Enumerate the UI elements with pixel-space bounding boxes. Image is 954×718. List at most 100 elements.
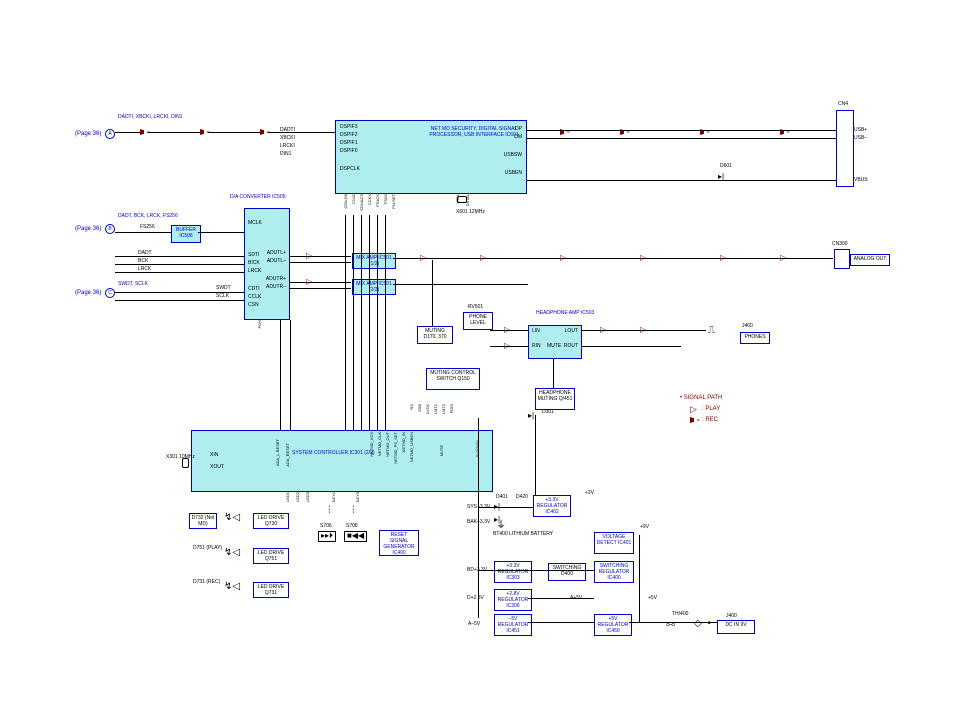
wire xyxy=(377,215,378,430)
dsp-pin: DSPIF0 xyxy=(340,149,358,155)
d301-label: D301 xyxy=(542,410,554,416)
cn4-pin: VBUS xyxy=(854,178,868,184)
muting-d370-title: MUTING D170, 370 xyxy=(423,328,446,340)
d601-label: D601 xyxy=(720,164,732,170)
headphone-muting-block: HEADPHONE MUTING Q/451 xyxy=(535,388,575,410)
wire xyxy=(581,330,706,331)
dsp-bpin: PLLSET xyxy=(392,194,396,209)
wire xyxy=(478,418,479,618)
d732-title: D732 (Net MD) xyxy=(192,515,215,527)
am5-label: A–5V xyxy=(468,622,480,628)
din1-label: DIN1 xyxy=(280,152,291,158)
regp5-title: +5V REGULATOR IC450 xyxy=(598,616,629,634)
syscon-block: SYSTEM CONTROLLER IC301 (2/2) XIN XOUT A… xyxy=(191,430,493,492)
muting-switch-block: MUTING CONTROL SWITCH Q150 xyxy=(426,368,480,390)
th400-label: TH/400 xyxy=(672,612,688,618)
syscon-title: SYSTEM CONTROLLER IC301 (2/2) xyxy=(292,451,375,457)
wire xyxy=(526,180,836,181)
wire xyxy=(490,346,528,347)
regm5-block: –5V REGULATOR IC451 xyxy=(494,614,532,636)
wire xyxy=(526,138,836,139)
dsp-title: NET MD SECURITY, DIGITAL SIGNAL PROCESSO… xyxy=(424,127,524,138)
led-icon: ↯◁ xyxy=(224,512,240,523)
dsp-block: NET MD SECURITY, DIGITAL SIGNAL PROCESSO… xyxy=(335,120,527,194)
dac-pin: CSN xyxy=(248,303,259,309)
wire xyxy=(581,346,681,347)
play-arrow-icon: ▷ xyxy=(720,254,726,263)
syscon-rpin: NETMD_USBEN xyxy=(410,432,414,462)
led730-title: LED DRIVE Q730 xyxy=(258,515,284,527)
syscon-bpin: LED3 xyxy=(306,492,310,502)
legend-title: • SIGNAL PATH xyxy=(680,395,722,402)
headphone-amp-block: LIN LOUT RIN ROUT MUTE xyxy=(528,325,582,359)
led730-block: LED DRIVE Q730 xyxy=(253,513,289,529)
syscon-rpin: NETMD_OUT xyxy=(386,432,390,457)
push-button-icon: ⫶ xyxy=(328,505,331,516)
syscon-mid: LMT1 xyxy=(434,404,438,414)
syscon-bpin: KEY1 xyxy=(332,492,336,502)
hp-lin: LIN xyxy=(532,329,540,335)
sig-sclk: SCLK xyxy=(216,294,229,300)
play-arrow-icon: ▷ xyxy=(690,405,697,415)
jack-icon: ⎍ xyxy=(708,325,715,336)
fs256-label: FS256 xyxy=(140,225,155,231)
syscon-mid: SSB xyxy=(418,404,422,412)
lrcki-label: LRCKI xyxy=(280,144,295,150)
dsp-pin: DSPCLK xyxy=(340,167,360,173)
syscon-xin: XIN xyxy=(210,453,218,459)
dac-pin-r: ADUTL– xyxy=(267,259,286,265)
signal-list-a: DADTI, XBCKI, LRCKI, DIN1 xyxy=(118,115,182,121)
play-arrow-icon: ▷ xyxy=(480,254,486,263)
syscon-bpin: LED2 xyxy=(296,492,300,502)
regp5-block: +5V REGULATOR IC450 xyxy=(594,614,632,636)
rec-arrow-icon xyxy=(140,129,150,135)
play-arrow-icon: ▷ xyxy=(306,252,312,261)
wire xyxy=(385,215,386,430)
syscon-mid: LVCK xyxy=(426,404,430,414)
wire xyxy=(369,215,370,430)
syscon-rpin: NETMD_PS_SET xyxy=(394,432,398,464)
switching-block: SWITCHING D400 xyxy=(548,563,586,581)
legend-play: : PLAY xyxy=(702,406,720,413)
analog-out-box: ANALOG OUT xyxy=(850,254,890,266)
battery-icon: ⏚ xyxy=(496,520,506,531)
dsp-pin-r: DM xyxy=(514,135,522,141)
hp-rout: ROUT xyxy=(564,344,578,350)
dsp-pin: DSPIF1 xyxy=(340,141,358,147)
dac-pin: BICK xyxy=(248,261,260,267)
s706-label: S706 xyxy=(320,524,332,530)
wire xyxy=(432,260,433,326)
d732-box: D732 (Net MD) xyxy=(189,513,217,529)
d28-label: D+2.8V xyxy=(467,596,484,602)
reg33-2-title: +3.3V REGULATOR IC303 xyxy=(498,563,529,581)
dsp-pin-r: DP xyxy=(515,127,522,133)
play-arrow-icon: ▷ xyxy=(780,254,786,263)
wire xyxy=(115,232,171,233)
cn300-pin: ANALOG OUT xyxy=(854,256,887,262)
dc-jack-icon: ◇−• xyxy=(694,618,711,629)
play-arrow-icon: ▷ xyxy=(306,278,312,287)
j460-pin: PHONES xyxy=(744,334,765,340)
led751-title: LED DRIVE Q751 xyxy=(258,550,284,562)
wire xyxy=(528,598,594,599)
hp-rin: RIN xyxy=(532,344,541,350)
reg33-1-title: +3.3V REGULATOR IC402 xyxy=(537,497,568,515)
play-arrow-icon: ▷ xyxy=(640,254,646,263)
battery-label: BT400 LITHIUM BATTERY xyxy=(493,532,553,538)
muting-d370-block: MUTING D170, 370 xyxy=(417,326,453,344)
p5v-label: +5V xyxy=(648,596,657,602)
dsp-bpin: CDILO0 xyxy=(344,194,348,208)
phone-level-title: PHONE LEVEL xyxy=(469,314,487,326)
page-ref-a: (Page 36) xyxy=(75,131,101,138)
crystal-icon xyxy=(182,458,189,468)
headphone-muting-title: HEADPHONE MUTING Q/451 xyxy=(538,390,573,402)
switch-icon: ■◀◀ xyxy=(344,531,367,542)
wire xyxy=(528,570,594,571)
switch-icon: ▸▸⏵ xyxy=(318,531,336,542)
mixamp1-block: MIX AMP IC501 (1/2) xyxy=(352,253,396,269)
dsp-pin-r: USBEN xyxy=(505,171,522,177)
wire xyxy=(198,232,244,233)
sw-reg-block: SWITCHING REGULATOR IC400 xyxy=(594,561,634,583)
dac-pin: LRCK xyxy=(248,269,261,275)
wire xyxy=(115,300,244,301)
